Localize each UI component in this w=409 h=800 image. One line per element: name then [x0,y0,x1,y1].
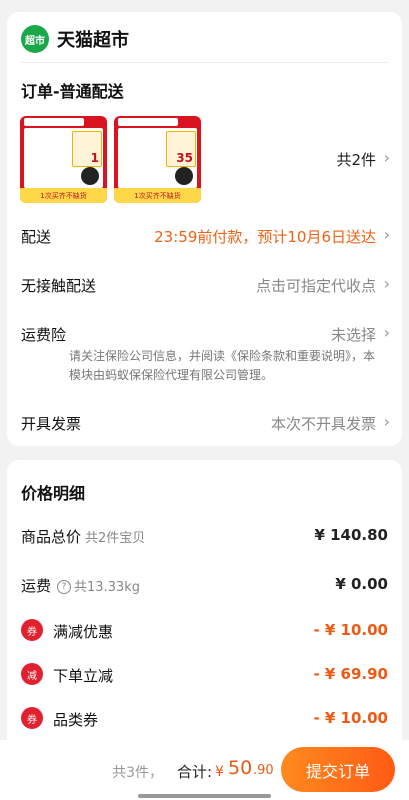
shipping-label: 运费 [21,577,52,595]
coupon-icon: 券 [21,619,43,641]
contactless-value[interactable]: 点击可指定代收点 [256,275,376,296]
insurance-value[interactable]: 未选择 [331,324,376,345]
chevron-right-icon: › [383,274,390,293]
total-label: 合计: [177,763,213,781]
discount-label-full-reduction: 满减优惠 [53,623,114,641]
discount-label-instant: 下单立减 [53,667,114,685]
home-indicator[interactable] [138,794,271,798]
product-thumbnail-2[interactable]: 35 1次买齐不缺货 [114,116,201,203]
tag-number: 35 [176,151,193,165]
insurance-note: 请关注保险公司信息，并阅读《保险条款和重要说明》，本模块由蚂蚁保保险代理有限公司… [69,349,376,382]
goods-total-sub: 共2件宝贝 [85,531,146,546]
tmall-supermarket-logo: 超市 [21,25,49,53]
total-item-count: 共3件， [112,765,163,781]
total-currency: ¥ [215,764,224,780]
total-amount-decimal: .90 [253,763,274,778]
store-name[interactable]: 天猫超市 [57,26,129,52]
shipping-row: 运费? 共13.33kg [21,575,140,596]
discount-value-category-coupon: - ¥ 10.00 [313,709,388,727]
price-detail-card: 价格明细 商品总价 共2件宝贝 ¥ 140.80 运费? 共13.33kg ¥ 0.… [7,460,402,750]
product-thumbnail-1[interactable]: 1 1次买齐不缺货 [20,116,107,203]
chevron-right-icon: › [383,148,390,167]
coupon-icon: 券 [21,707,43,729]
instant-discount-icon: 减 [21,663,43,685]
chevron-right-icon: › [383,225,390,244]
submit-order-button[interactable]: 提交订单 [281,747,395,792]
goods-total-row: 商品总价 共2件宝贝 [21,526,145,547]
thumb-topbar [24,118,84,126]
item-count[interactable]: 共2件 [336,149,376,170]
discount-value-full-reduction: - ¥ 10.00 [313,621,388,639]
checkout-bar: 共3件， 合计: ¥ 50 .90 提交订单 [0,740,409,800]
delivery-value[interactable]: 23:59前付款，预计10月6日送达 [154,226,376,247]
shipping-weight: 共13.33kg [74,580,141,595]
shipping-value: ¥ 0.00 [335,575,388,593]
discount-label-category-coupon: 品类券 [53,711,99,729]
divider [21,62,388,63]
thumb-topbar [118,118,178,126]
goods-total-value: ¥ 140.80 [314,526,388,544]
chevron-right-icon: › [383,323,390,342]
product-banner: 1次买齐不缺货 [114,188,201,203]
contactless-label: 无接触配送 [21,277,97,295]
tag-number: 1 [90,151,99,165]
invoice-label: 开具发票 [21,415,82,433]
order-section-title: 订单-普通配送 [21,82,124,101]
goods-total-label: 商品总价 [21,528,82,546]
tmall-cat-icon [175,167,193,185]
delivery-label: 配送 [21,228,52,246]
question-circle-icon[interactable]: ? [57,580,72,594]
insurance-label: 运费险 [21,326,67,344]
discount-value-instant: - ¥ 69.90 [313,665,388,683]
logo-text: 超市 [25,35,45,47]
product-banner: 1次买齐不缺货 [20,188,107,203]
invoice-value[interactable]: 本次不开具发票 [271,413,376,434]
chevron-right-icon: › [383,412,390,431]
total-amount: 50 [228,757,253,779]
tmall-cat-icon [81,167,99,185]
price-detail-title: 价格明细 [21,484,86,503]
order-card: 超市 天猫超市 订单-普通配送 1 1次买齐不缺货 35 1次买齐不缺货 共2件… [7,12,402,446]
